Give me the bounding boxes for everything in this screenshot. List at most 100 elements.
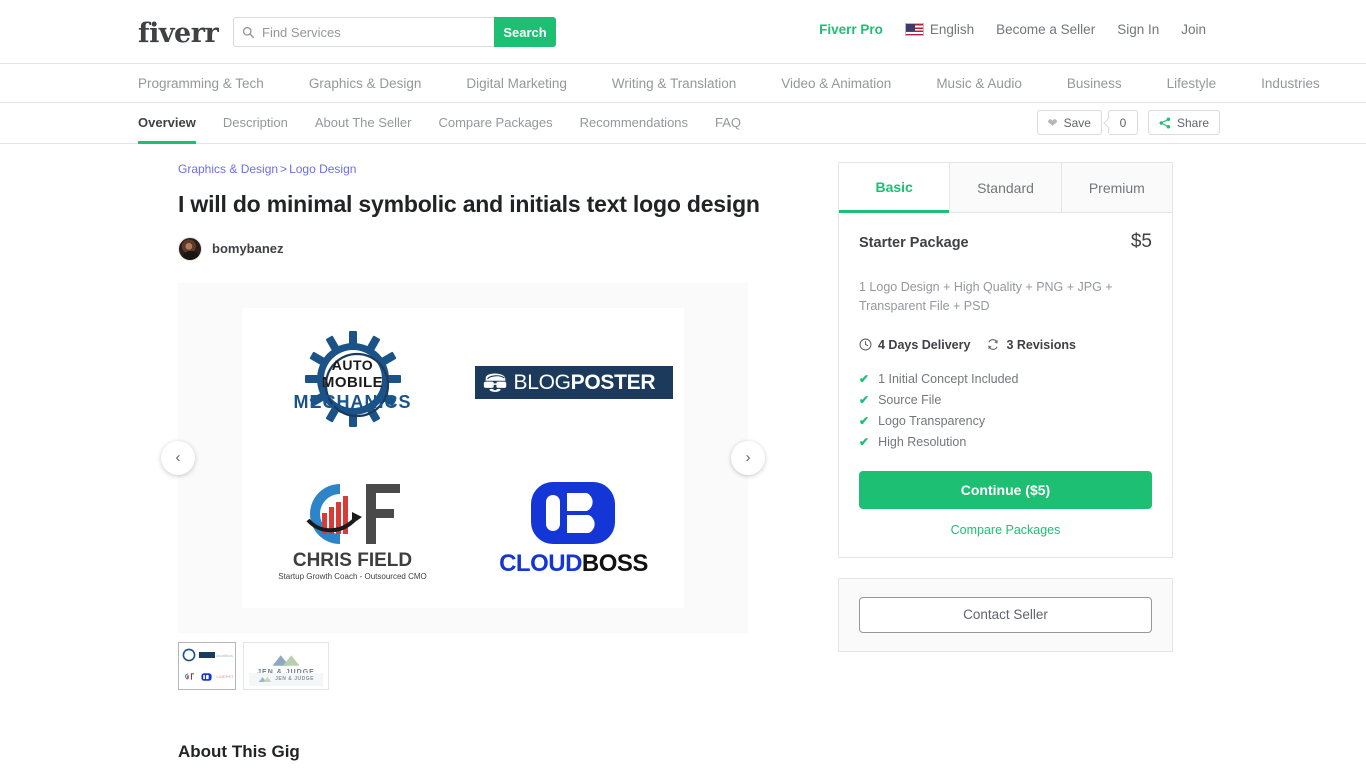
fiverr-pro-link[interactable]: Fiverr Pro — [819, 22, 883, 37]
page-content: Graphics & Design > Logo Design I will do … — [0, 144, 1366, 762]
hipster-face-icon — [483, 373, 506, 393]
automobile-line2: MOBILE — [321, 373, 384, 391]
refresh-icon — [988, 339, 999, 350]
automobile-line3: MECHANICS — [293, 391, 412, 412]
seller-username[interactable]: bomybanez — [212, 241, 284, 256]
join-link[interactable]: Join — [1181, 22, 1206, 37]
thumb-mini-cloudboss-light: CloudBoss — [216, 652, 233, 658]
share-icon — [1159, 117, 1171, 128]
thumb-mini-blogposter — [198, 645, 216, 666]
feature-item: ✔ Logo Transparency — [859, 414, 1152, 428]
category-video-animation[interactable]: Video & Animation — [781, 76, 891, 91]
package-meta: 4 Days Delivery 3 Revisions — [859, 338, 1152, 352]
gig-actions: ❤ Save 0 Share — [1036, 110, 1220, 135]
jen-judge-secondary-mark: JEN & JUDGE — [249, 672, 323, 686]
delivery-label: 4 Days Delivery — [878, 337, 971, 352]
logo-cell-chris-field: CHRIS FIELD Startup Growth Coach - Outso… — [242, 458, 463, 608]
logo-cell-automobile-mechanics: AUTO MOBILE MECHANICS — [242, 308, 463, 458]
thumb-mini-automobile — [181, 645, 198, 666]
package-body: Starter Package $5 1 Logo Design + High … — [839, 213, 1172, 557]
logo-grid: AUTO MOBILE MECHANICS BLOGPOSTER CHRIS F… — [242, 308, 684, 608]
tab-recommendations[interactable]: Recommendations — [580, 115, 688, 144]
tab-about-the-seller[interactable]: About The Seller — [315, 115, 412, 144]
gallery-thumbnails: CloudBoss PLAIDPETs — [178, 641, 778, 690]
package-tab-basic[interactable]: Basic — [839, 163, 950, 213]
category-business[interactable]: Business — [1067, 76, 1122, 91]
chevron-mark-small-icon — [258, 676, 272, 682]
category-programming-tech[interactable]: Programming & Tech — [138, 76, 264, 91]
compare-packages-link[interactable]: Compare Packages — [859, 523, 1152, 537]
heart-icon: ❤ — [1047, 115, 1058, 130]
tab-faq[interactable]: FAQ — [715, 115, 741, 144]
share-button[interactable]: Share — [1147, 110, 1220, 135]
seller-row[interactable]: bomybanez — [178, 236, 778, 261]
thumb-mini-chris-field — [181, 666, 198, 687]
category-music-audio[interactable]: Music & Audio — [936, 76, 1022, 91]
logo-cell-cloudboss: CLOUDBOSS — [463, 458, 684, 608]
fiverr-gig-page: fiverr Search Fiverr Pro English Become … — [0, 0, 1366, 768]
feature-label: High Resolution — [878, 434, 967, 449]
jen-judge-band-title: JEN & JUDGE — [275, 676, 314, 683]
avatar — [178, 236, 202, 261]
gig-main-column: Graphics & Design > Logo Design I will do … — [161, 162, 778, 762]
cloudboss-black: BOSS — [581, 550, 649, 578]
breadcrumb-child[interactable]: Logo Design — [289, 162, 356, 176]
feature-label: 1 Initial Concept Included — [878, 371, 1019, 386]
breadcrumb-separator: > — [280, 162, 288, 176]
chevron-mark-icon — [272, 655, 300, 666]
tab-overview[interactable]: Overview — [138, 115, 196, 144]
category-digital-marketing[interactable]: Digital Marketing — [466, 76, 567, 91]
save-button[interactable]: ❤ Save — [1036, 110, 1102, 135]
chris-field-monogram-icon — [305, 483, 400, 544]
package-tab-standard[interactable]: Standard — [949, 163, 1061, 213]
thumbnail-logo-grid[interactable]: CloudBoss PLAIDPETs — [178, 641, 236, 690]
breadcrumb: Graphics & Design > Logo Design — [178, 162, 778, 176]
feature-item: ✔ 1 Initial Concept Included — [859, 372, 1152, 386]
chris-field-tagline: Startup Growth Coach - Outsourced CMO — [278, 571, 427, 581]
contact-seller-button[interactable]: Contact Seller — [859, 596, 1152, 633]
package-card: Basic Standard Premium Starter Package $… — [838, 162, 1173, 558]
thumb-mini-cloudboss — [199, 666, 216, 687]
feature-label: Source File — [878, 392, 942, 407]
delivery-time: 4 Days Delivery — [859, 338, 970, 352]
gallery-prev-button[interactable]: ‹ — [161, 440, 195, 475]
search-input[interactable] — [262, 24, 482, 40]
chris-field-name: CHRIS FIELD — [292, 549, 413, 571]
language-label: English — [929, 22, 975, 37]
gallery-next-button[interactable]: › — [731, 440, 765, 475]
site-header: fiverr Search Fiverr Pro English Become … — [0, 0, 1366, 64]
contact-seller-card: Contact Seller — [838, 577, 1173, 652]
become-a-seller-link[interactable]: Become a Seller — [996, 22, 1095, 37]
sign-in-link[interactable]: Sign In — [1117, 22, 1159, 37]
cloudboss-wordmark: CLOUDBOSS — [496, 550, 651, 578]
check-icon: ✔ — [859, 434, 870, 449]
category-graphics-design[interactable]: Graphics & Design — [309, 76, 422, 91]
category-writing-translation[interactable]: Writing & Translation — [612, 76, 736, 91]
package-header: Starter Package $5 — [859, 231, 1152, 253]
category-industries[interactable]: Industries — [1261, 76, 1320, 91]
thumbnail-jen-and-judge[interactable]: JEN & JUDGE HEALTH PARTNERS JEN & JUDGE — [243, 641, 329, 690]
save-count-badge: 0 — [1107, 110, 1138, 135]
search-button[interactable]: Search — [494, 17, 556, 47]
package-tab-premium[interactable]: Premium — [1060, 163, 1172, 213]
gig-sidebar: Basic Standard Premium Starter Package $… — [838, 162, 1173, 762]
package-price: $5 — [1130, 231, 1152, 252]
tab-description[interactable]: Description — [223, 115, 288, 144]
search-icon — [242, 26, 255, 38]
about-this-gig-heading: About This Gig — [178, 741, 300, 761]
tab-compare-packages[interactable]: Compare Packages — [438, 115, 552, 144]
blogposter-wordmark: BLOGPOSTER — [514, 372, 656, 393]
language-selector[interactable]: English — [904, 22, 975, 37]
check-icon: ✔ — [859, 392, 870, 407]
check-icon: ✔ — [859, 371, 870, 386]
package-tabs: Basic Standard Premium — [839, 163, 1172, 213]
breadcrumb-parent[interactable]: Graphics & Design — [178, 162, 278, 176]
search-box[interactable] — [233, 17, 494, 47]
check-icon: ✔ — [859, 413, 870, 428]
package-description: 1 Logo Design + High Quality + PNG + JPG… — [859, 280, 1113, 313]
continue-button[interactable]: Continue ($5) — [859, 470, 1152, 509]
fiverr-logo[interactable]: fiverr — [138, 18, 219, 49]
clock-icon — [859, 338, 872, 351]
category-lifestyle[interactable]: Lifestyle — [1167, 76, 1217, 91]
gallery-slide[interactable]: AUTO MOBILE MECHANICS BLOGPOSTER CHRIS F… — [242, 307, 684, 608]
